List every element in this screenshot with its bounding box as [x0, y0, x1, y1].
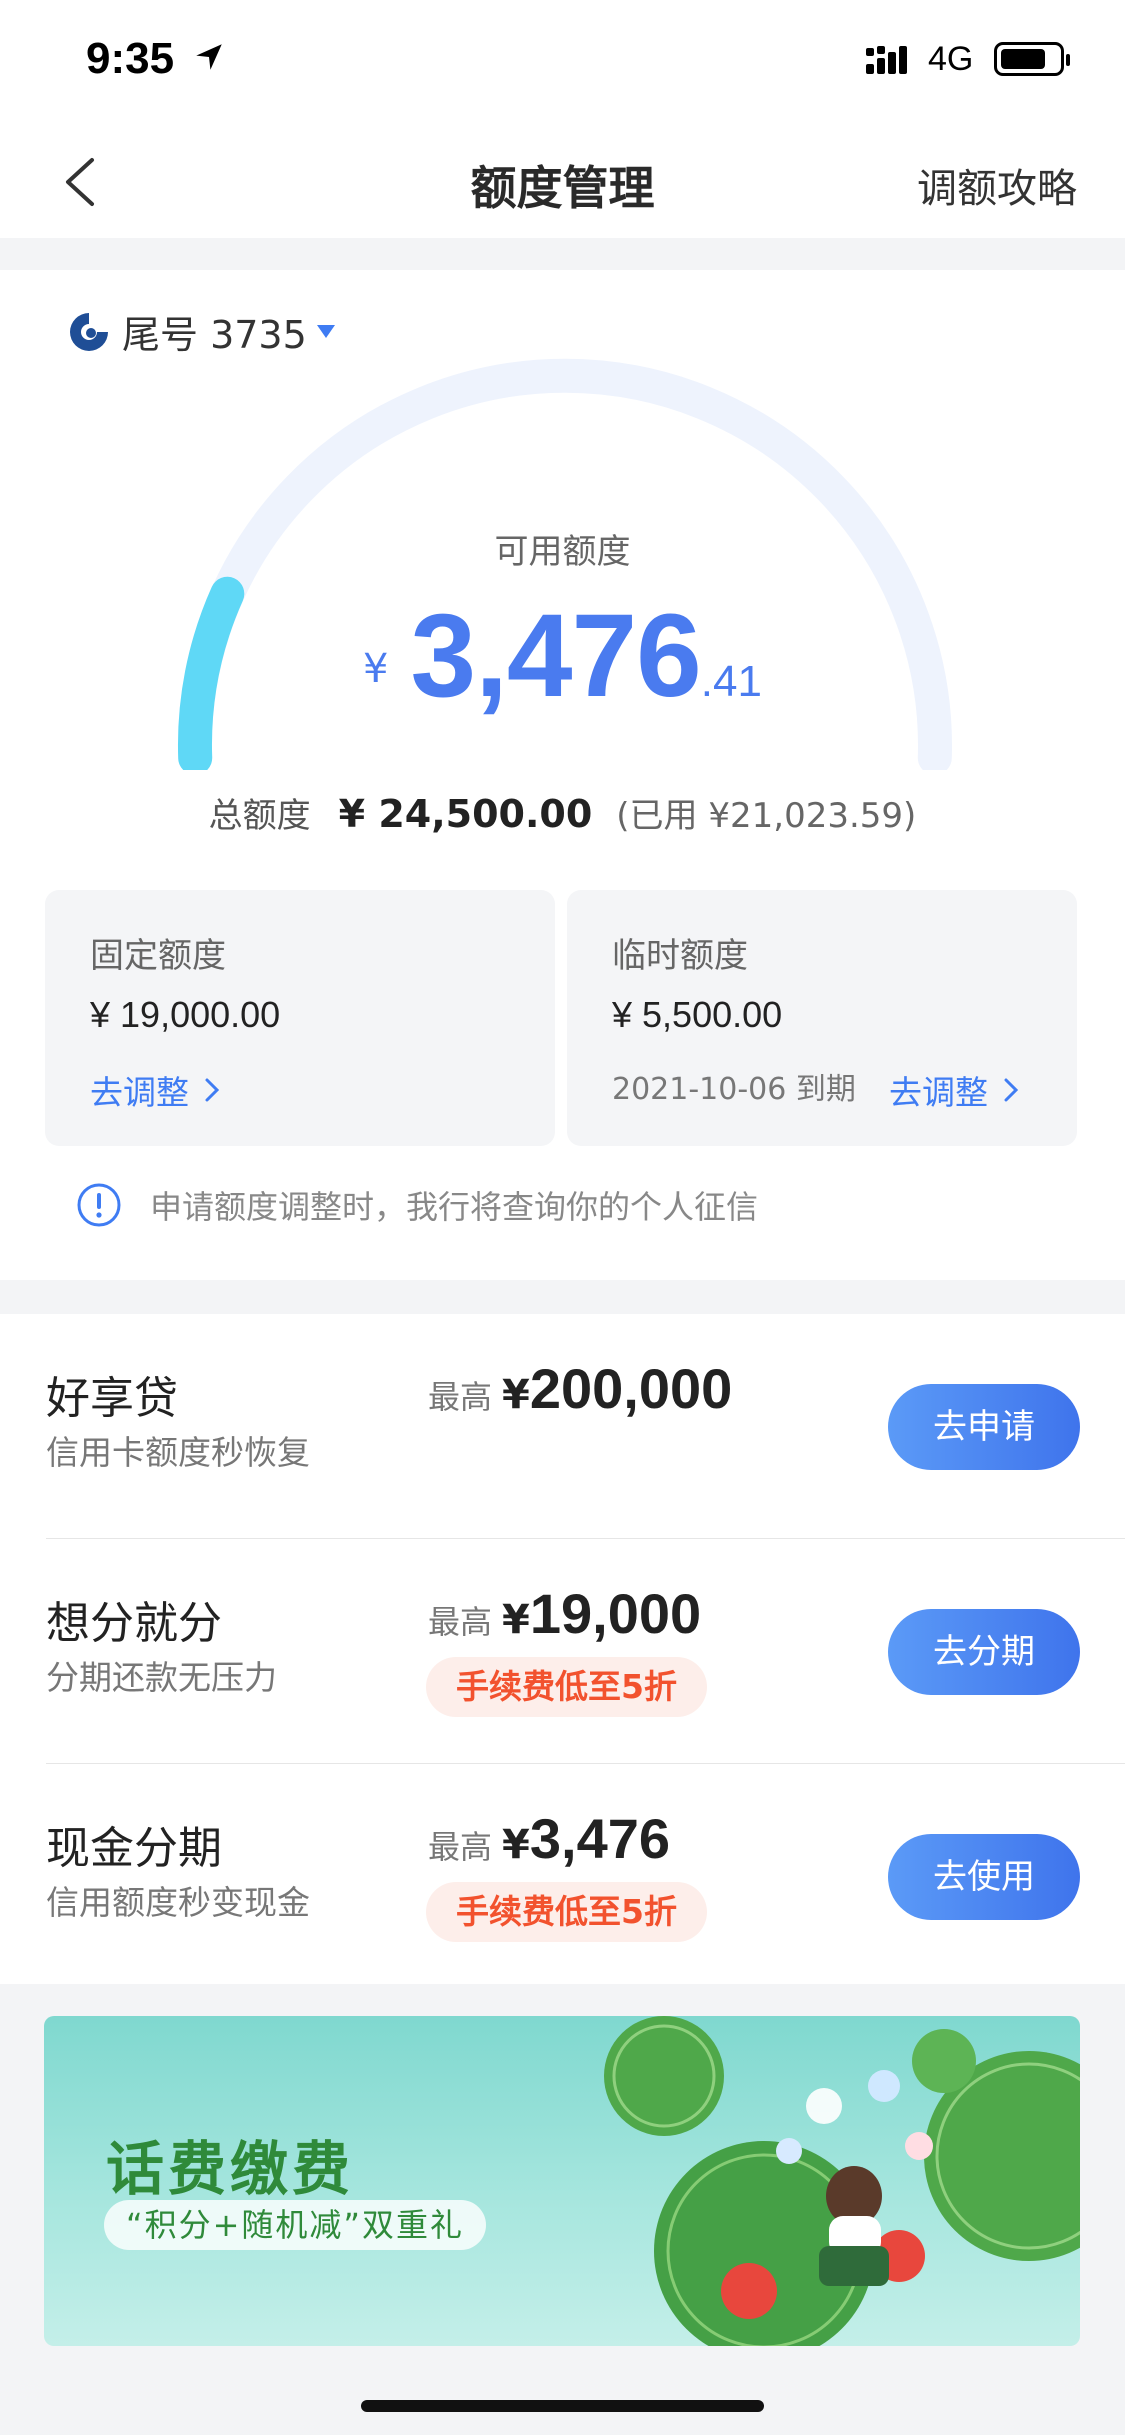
chevron-right-icon — [205, 1078, 220, 1102]
available-integer: 3,476 — [410, 590, 701, 722]
amount-value: 200,000 — [529, 1357, 733, 1420]
product-item-cash-installment: 现金分期 信用额度秒变现金 最高 ¥3,476 手续费低至5折 去使用 — [0, 1764, 1125, 1989]
temporary-quota-value: ¥ 5,500.00 — [612, 994, 783, 1035]
product-name: 好享贷 — [46, 1373, 178, 1424]
total-quota: 总额度 ¥ 24,500.00 (已用 ¥21,023.59) — [0, 788, 1125, 837]
total-quota-label: 总额度 — [208, 796, 311, 836]
adjust-fixed-quota-link[interactable]: 去调整 — [90, 1066, 221, 1114]
available-quota-label: 可用额度 — [494, 532, 631, 572]
product-subtitle: 信用额度秒变现金 — [46, 1883, 310, 1922]
use-button[interactable]: 去使用 — [888, 1834, 1080, 1920]
info-icon — [77, 1183, 121, 1227]
network-type: 4G — [928, 40, 974, 78]
available-quota-amount: ¥3,476.41 — [0, 588, 1125, 724]
home-indicator[interactable] — [361, 2400, 764, 2412]
temporary-quota-label: 临时额度 — [612, 936, 748, 976]
product-name: 现金分期 — [46, 1823, 222, 1874]
location-arrow-icon — [196, 44, 222, 70]
fee-discount-tag: 手续费低至5折 — [426, 1657, 707, 1717]
amount-prefix: 最高 — [428, 1378, 493, 1416]
amount-currency: ¥ — [502, 1822, 530, 1868]
navigation-bar: 额度管理 调额攻略 — [0, 120, 1125, 238]
credit-check-notice: 申请额度调整时，我行将查询你的个人征信 — [76, 1182, 758, 1228]
temporary-quota-box: 临时额度 ¥ 5,500.00 2021-10-06 到期 去调整 — [567, 890, 1077, 1146]
adjust-link-label: 去调整 — [889, 1073, 988, 1112]
amount-currency: ¥ — [502, 1372, 530, 1418]
adjust-temporary-quota-link[interactable]: 去调整 — [889, 1066, 1020, 1114]
amount-value: 3,476 — [529, 1807, 670, 1870]
product-item-installment: 想分就分 分期还款无压力 最高 ¥19,000 手续费低至5折 去分期 — [0, 1539, 1125, 1764]
amount-value: 19,000 — [529, 1582, 702, 1645]
quota-card: 尾号 3735 可用额度 ¥3,476.41 总额度 ¥ 24,500.00 (已用… — [0, 270, 1125, 1280]
banner-title: 话费缴费 — [106, 2135, 355, 2203]
status-bar: 9:35 4G — [0, 0, 1125, 120]
currency-symbol: ¥ — [363, 646, 389, 692]
total-quota-value: ¥ 24,500.00 — [338, 792, 593, 836]
notice-text: 申请额度调整时，我行将查询你的个人征信 — [150, 1188, 759, 1226]
amount-prefix: 最高 — [428, 1603, 493, 1641]
battery-icon — [994, 42, 1070, 76]
product-subtitle: 信用卡额度秒恢复 — [46, 1433, 310, 1472]
apply-button[interactable]: 去申请 — [888, 1384, 1080, 1470]
fixed-quota-label: 固定额度 — [90, 936, 226, 976]
signal-icon — [866, 46, 907, 74]
product-list: 好享贷 信用卡额度秒恢复 最高 ¥200,000 去申请 想分就分 分期还款无压力… — [0, 1314, 1125, 1984]
used-quota: (已用 ¥21,023.59) — [616, 796, 917, 836]
quota-guide-link[interactable]: 调额攻略 — [917, 156, 1077, 214]
amount-prefix: 最高 — [428, 1828, 493, 1866]
available-decimal: .41 — [700, 657, 762, 706]
bank-logo-icon — [70, 312, 108, 351]
status-time: 9:35 — [86, 34, 175, 83]
dropdown-caret-icon — [316, 325, 335, 338]
temporary-quota-expiry: 2021-10-06 到期 — [612, 1072, 856, 1107]
phone-bill-promo-banner[interactable]: 话费缴费 “积分+随机减”双重礼 — [44, 2016, 1080, 2346]
product-max-amount: 最高 ¥3,476 — [428, 1806, 670, 1871]
fee-discount-tag: 手续费低至5折 — [426, 1882, 707, 1942]
fixed-quota-box: 固定额度 ¥ 19,000.00 去调整 — [45, 890, 555, 1146]
installment-button[interactable]: 去分期 — [888, 1609, 1080, 1695]
banner-subtitle: “积分+随机减”双重礼 — [104, 2200, 486, 2250]
product-subtitle: 分期还款无压力 — [46, 1658, 277, 1697]
adjust-link-label: 去调整 — [90, 1073, 189, 1112]
product-item-haoxiangdai: 好享贷 信用卡额度秒恢复 最高 ¥200,000 去申请 — [0, 1314, 1125, 1539]
product-max-amount: 最高 ¥200,000 — [428, 1356, 732, 1421]
chevron-right-icon — [1004, 1078, 1019, 1102]
product-name: 想分就分 — [46, 1598, 222, 1649]
fixed-quota-value: ¥ 19,000.00 — [90, 994, 281, 1035]
product-max-amount: 最高 ¥19,000 — [428, 1581, 701, 1646]
amount-currency: ¥ — [502, 1597, 530, 1643]
